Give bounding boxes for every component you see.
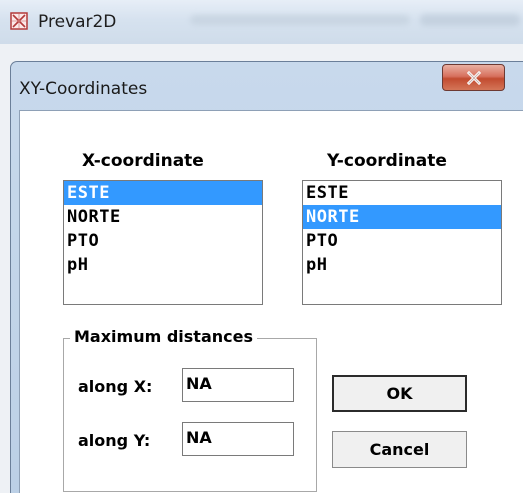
maximum-distances-group: Maximum distances along X: NA along Y: N…	[63, 327, 317, 492]
list-item[interactable]: NORTE	[64, 205, 262, 229]
dialog-client-area: X-coordinate Y-coordinate ESTE NORTE PTO…	[19, 110, 523, 493]
x-coordinate-list[interactable]: ESTE NORTE PTO pH	[63, 180, 263, 305]
x-coordinate-label: X-coordinate	[82, 151, 204, 171]
app-title-bar: Prevar2D	[0, 0, 523, 44]
xy-coordinates-dialog: XY-Coordinates X-coordinate Y-coordinate…	[10, 61, 523, 493]
list-item[interactable]: pH	[303, 253, 501, 277]
along-x-label: along X:	[78, 377, 153, 396]
list-item[interactable]: PTO	[303, 229, 501, 253]
cancel-button[interactable]: Cancel	[332, 431, 467, 468]
list-item[interactable]: ESTE	[64, 181, 262, 205]
dialog-title: XY-Coordinates	[19, 79, 148, 99]
background-blur	[190, 15, 410, 25]
along-x-input[interactable]: NA	[182, 368, 294, 402]
list-item[interactable]: pH	[64, 253, 262, 277]
close-icon	[466, 70, 481, 85]
y-coordinate-list[interactable]: ESTE NORTE PTO pH	[302, 180, 502, 305]
close-button[interactable]	[442, 64, 505, 91]
maximum-distances-label: Maximum distances	[70, 327, 257, 346]
list-item[interactable]: PTO	[64, 229, 262, 253]
along-y-input[interactable]: NA	[182, 422, 294, 456]
y-coordinate-label: Y-coordinate	[327, 151, 447, 171]
ok-button[interactable]: OK	[332, 375, 467, 412]
background-blur	[420, 14, 520, 26]
list-item[interactable]: NORTE	[303, 205, 501, 229]
along-y-label: along Y:	[78, 431, 151, 450]
app-window-icon	[10, 12, 28, 30]
list-item[interactable]: ESTE	[303, 181, 501, 205]
app-title: Prevar2D	[38, 12, 117, 32]
